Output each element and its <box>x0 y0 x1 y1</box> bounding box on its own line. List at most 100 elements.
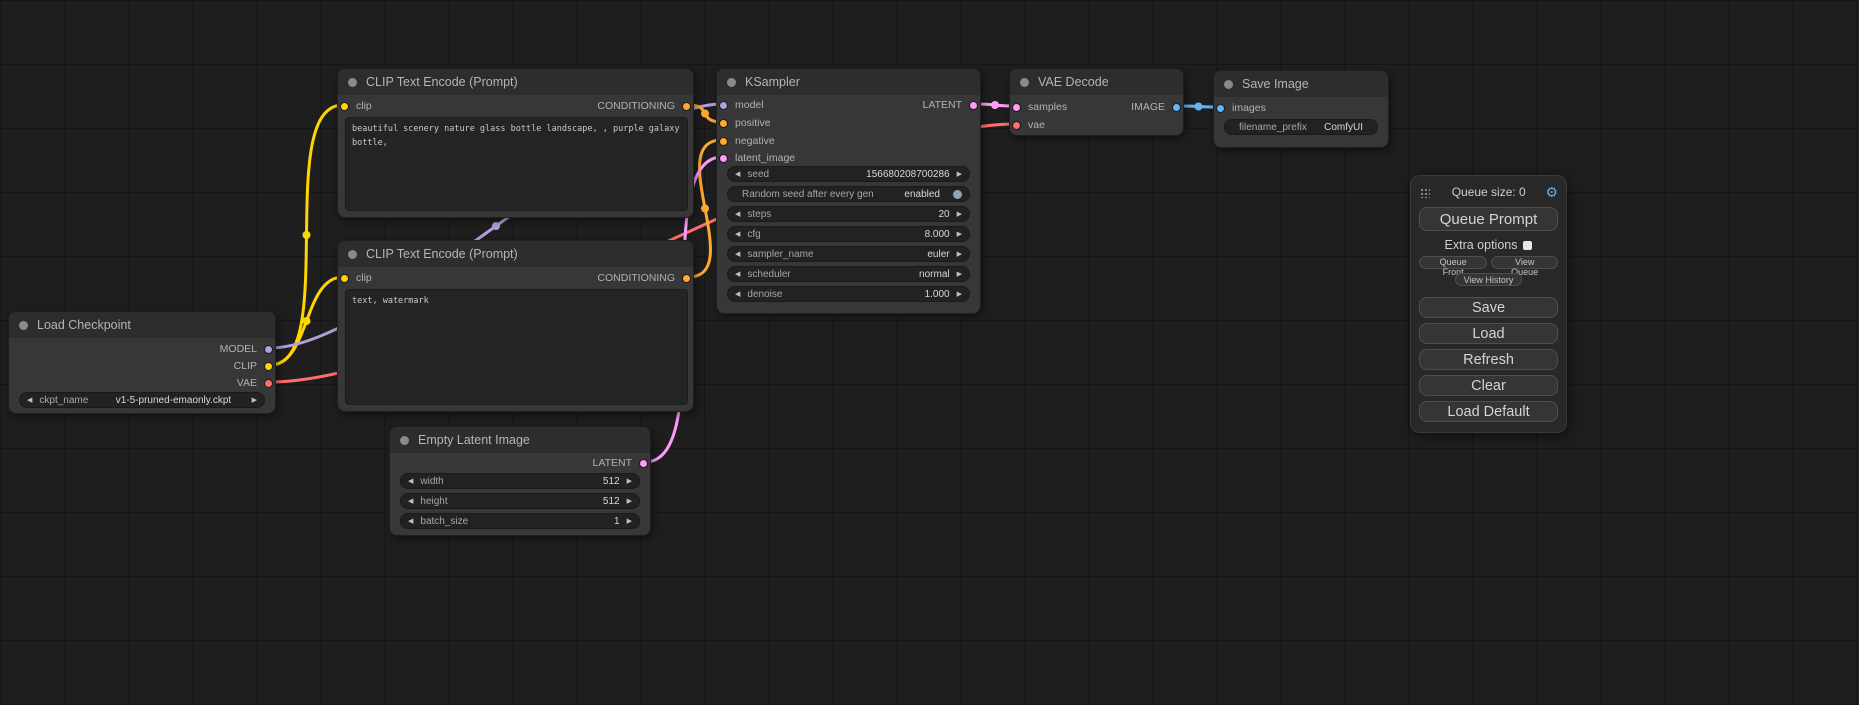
arrow-left-icon[interactable]: ◀ <box>735 211 740 218</box>
sampler-name-widget[interactable]: ◀ sampler_name euler ▶ <box>727 246 970 262</box>
positive-prompt-textarea[interactable]: beautiful scenery nature glass bottle la… <box>345 117 688 211</box>
toggle-dot-icon[interactable] <box>953 190 962 199</box>
port-negative-input[interactable]: negative <box>719 133 775 149</box>
arrow-right-icon[interactable]: ▶ <box>252 397 257 404</box>
port-conditioning-output[interactable]: CONDITIONING <box>597 98 691 114</box>
queue-prompt-button[interactable]: Queue Prompt <box>1419 207 1558 231</box>
port-clip-output[interactable]: CLIP <box>234 358 273 374</box>
load-button[interactable]: Load <box>1419 323 1558 344</box>
port-dot-latent[interactable] <box>969 101 978 110</box>
port-dot-image[interactable] <box>1216 104 1225 113</box>
negative-prompt-textarea[interactable]: text, watermark <box>345 289 688 405</box>
filename-prefix-widget[interactable]: filename_prefix ComfyUI <box>1224 119 1378 135</box>
arrow-right-icon[interactable]: ▶ <box>957 271 962 278</box>
node-clip-text-encode-positive[interactable]: CLIP Text Encode (Prompt) clip CONDITION… <box>337 68 694 218</box>
refresh-button[interactable]: Refresh <box>1419 349 1558 370</box>
port-images-input[interactable]: images <box>1216 100 1266 116</box>
port-dot-vae[interactable] <box>1012 121 1021 130</box>
port-vae-input[interactable]: vae <box>1012 117 1045 133</box>
arrow-right-icon[interactable]: ▶ <box>957 251 962 258</box>
denoise-widget[interactable]: ◀ denoise 1.000 ▶ <box>727 286 970 302</box>
arrow-right-icon[interactable]: ▶ <box>957 231 962 238</box>
node-title-bar[interactable]: Empty Latent Image <box>390 427 650 453</box>
arrow-left-icon[interactable]: ◀ <box>735 291 740 298</box>
extra-options-checkbox[interactable] <box>1523 241 1532 250</box>
node-title-bar[interactable]: KSampler <box>717 69 980 95</box>
arrow-right-icon[interactable]: ▶ <box>957 171 962 178</box>
port-clip-input[interactable]: clip <box>340 270 372 286</box>
port-dot-vae[interactable] <box>264 379 273 388</box>
arrow-right-icon[interactable]: ▶ <box>627 518 632 525</box>
view-history-button[interactable]: View History <box>1455 273 1523 286</box>
node-canvas[interactable]: Load Checkpoint MODEL CLIP VAE ◀ ckpt_na… <box>0 0 1859 705</box>
collapse-dot-icon[interactable] <box>19 321 28 330</box>
view-queue-button[interactable]: View Queue <box>1491 256 1558 269</box>
arrow-left-icon[interactable]: ◀ <box>735 251 740 258</box>
port-dot-latent[interactable] <box>639 459 648 468</box>
width-widget[interactable]: ◀ width 512 ▶ <box>400 473 640 489</box>
seed-widget[interactable]: ◀ seed 156680208700286 ▶ <box>727 166 970 182</box>
arrow-left-icon[interactable]: ◀ <box>735 171 740 178</box>
port-latent-output[interactable]: LATENT <box>593 455 648 471</box>
port-latent-image-input[interactable]: latent_image <box>719 150 795 166</box>
node-title-bar[interactable]: VAE Decode <box>1010 69 1183 95</box>
arrow-left-icon[interactable]: ◀ <box>735 231 740 238</box>
node-title-bar[interactable]: Load Checkpoint <box>9 312 275 338</box>
collapse-dot-icon[interactable] <box>727 78 736 87</box>
arrow-left-icon[interactable]: ◀ <box>408 478 413 485</box>
steps-widget[interactable]: ◀ steps 20 ▶ <box>727 206 970 222</box>
port-latent-output[interactable]: LATENT <box>923 97 978 113</box>
random-seed-toggle-widget[interactable]: Random seed after every gen enabled <box>727 186 970 202</box>
node-clip-text-encode-negative[interactable]: CLIP Text Encode (Prompt) clip CONDITION… <box>337 240 694 412</box>
port-dot-model[interactable] <box>264 345 273 354</box>
ckpt-name-widget[interactable]: ◀ ckpt_name v1-5-pruned-emaonly.ckpt ▶ <box>19 392 265 408</box>
collapse-dot-icon[interactable] <box>1020 78 1029 87</box>
node-load-checkpoint[interactable]: Load Checkpoint MODEL CLIP VAE ◀ ckpt_na… <box>8 311 276 414</box>
collapse-dot-icon[interactable] <box>348 78 357 87</box>
node-save-image[interactable]: Save Image images filename_prefix ComfyU… <box>1213 70 1389 148</box>
clear-button[interactable]: Clear <box>1419 375 1558 396</box>
height-widget[interactable]: ◀ height 512 ▶ <box>400 493 640 509</box>
node-title-bar[interactable]: Save Image <box>1214 71 1388 97</box>
arrow-right-icon[interactable]: ▶ <box>957 211 962 218</box>
port-dot-latent[interactable] <box>719 154 728 163</box>
port-dot-image[interactable] <box>1172 103 1181 112</box>
port-dot-clip[interactable] <box>264 362 273 371</box>
arrow-left-icon[interactable]: ◀ <box>27 397 32 404</box>
load-default-button[interactable]: Load Default <box>1419 401 1558 422</box>
arrow-left-icon[interactable]: ◀ <box>408 518 413 525</box>
queue-front-button[interactable]: Queue Front <box>1419 256 1487 269</box>
batch-size-widget[interactable]: ◀ batch_size 1 ▶ <box>400 513 640 529</box>
node-title-bar[interactable]: CLIP Text Encode (Prompt) <box>338 69 693 95</box>
port-clip-input[interactable]: clip <box>340 98 372 114</box>
port-dot-conditioning[interactable] <box>719 137 728 146</box>
port-dot-clip[interactable] <box>340 102 349 111</box>
settings-gear-icon[interactable]: ⚙ <box>1545 185 1558 199</box>
arrow-right-icon[interactable]: ▶ <box>627 478 632 485</box>
port-positive-input[interactable]: positive <box>719 115 771 131</box>
node-title-bar[interactable]: CLIP Text Encode (Prompt) <box>338 241 693 267</box>
node-ksampler[interactable]: KSampler model positive negative latent_… <box>716 68 981 314</box>
port-model-output[interactable]: MODEL <box>220 341 273 357</box>
port-dot-conditioning[interactable] <box>682 102 691 111</box>
port-dot-latent[interactable] <box>1012 103 1021 112</box>
collapse-dot-icon[interactable] <box>1224 80 1233 89</box>
node-vae-decode[interactable]: VAE Decode samples vae IMAGE <box>1009 68 1184 136</box>
port-vae-output[interactable]: VAE <box>237 375 273 391</box>
arrow-left-icon[interactable]: ◀ <box>408 498 413 505</box>
port-dot-clip[interactable] <box>340 274 349 283</box>
port-image-output[interactable]: IMAGE <box>1131 99 1181 115</box>
arrow-right-icon[interactable]: ▶ <box>627 498 632 505</box>
collapse-dot-icon[interactable] <box>348 250 357 259</box>
scheduler-widget[interactable]: ◀ scheduler normal ▶ <box>727 266 970 282</box>
port-dot-conditioning[interactable] <box>682 274 691 283</box>
collapse-dot-icon[interactable] <box>400 436 409 445</box>
port-model-input[interactable]: model <box>719 97 764 113</box>
cfg-widget[interactable]: ◀ cfg 8.000 ▶ <box>727 226 970 242</box>
port-conditioning-output[interactable]: CONDITIONING <box>597 270 691 286</box>
port-samples-input[interactable]: samples <box>1012 99 1067 115</box>
arrow-left-icon[interactable]: ◀ <box>735 271 740 278</box>
port-dot-model[interactable] <box>719 101 728 110</box>
port-dot-conditioning[interactable] <box>719 119 728 128</box>
arrow-right-icon[interactable]: ▶ <box>957 291 962 298</box>
